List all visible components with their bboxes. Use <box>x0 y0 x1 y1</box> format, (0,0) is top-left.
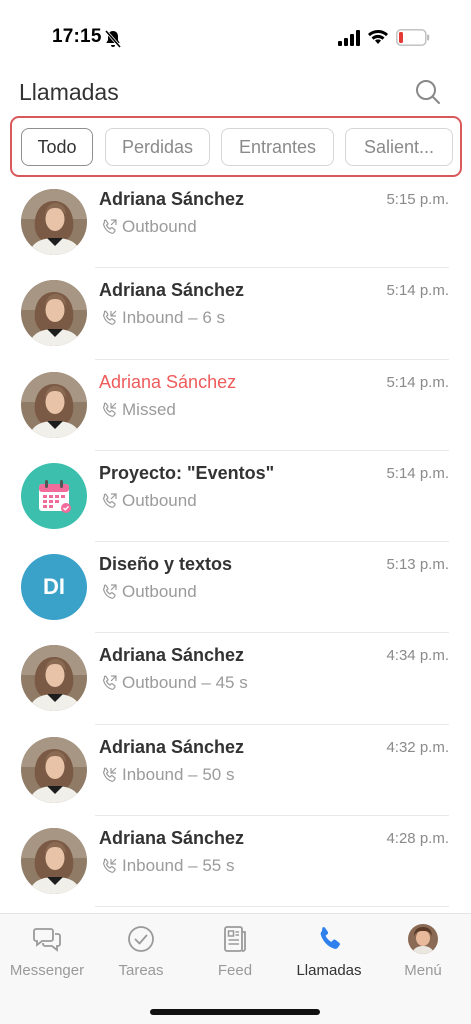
call-list-item[interactable]: Adriana Sánchez 4:34 p.m. Outbound – 45 s <box>0 633 471 725</box>
outbound-call-icon <box>103 493 117 508</box>
person-photo <box>21 736 87 803</box>
call-detail-text: Outbound <box>122 582 197 602</box>
person-photo <box>21 645 87 712</box>
call-detail: Outbound – 45 s <box>100 673 248 693</box>
user-avatar-icon <box>408 924 438 954</box>
filter-entrantes[interactable]: Entrantes <box>221 128 334 166</box>
check-circle-icon <box>128 926 154 952</box>
row-divider <box>95 906 449 908</box>
inbound-call-icon <box>103 310 117 326</box>
call-detail: Inbound – 6 s <box>100 308 225 328</box>
page-title: Llamadas <box>19 79 119 105</box>
avatar[interactable] <box>21 371 87 438</box>
tab-feed-label: Feed <box>217 962 253 979</box>
call-list: Adriana Sánchez 5:15 p.m. Outbound Adriana… <box>0 177 471 908</box>
avatar[interactable] <box>21 280 87 347</box>
outbound-call-icon <box>103 584 117 600</box>
call-list-item[interactable]: Adriana Sánchez 5:14 p.m. Missed <box>0 360 471 451</box>
call-time: 5:14 p.m. <box>386 373 449 391</box>
call-detail: Outbound <box>100 491 197 511</box>
call-detail-text: Outbound <box>122 490 197 510</box>
call-time: 5:13 p.m. <box>386 556 449 574</box>
status-bar: 17:15 <box>0 0 471 70</box>
avatar[interactable] <box>21 189 87 255</box>
call-detail: Inbound – 50 s <box>100 765 234 785</box>
caller-name: Adriana Sánchez <box>99 371 237 392</box>
avatar[interactable] <box>21 828 87 895</box>
person-photo <box>21 280 87 347</box>
outbound-call-icon <box>103 219 117 234</box>
call-detail-text: Outbound <box>122 217 197 236</box>
outbound-call-icon <box>103 675 117 691</box>
call-time: 5:14 p.m. <box>386 464 449 482</box>
filter-todo[interactable]: Todo <box>21 128 93 166</box>
inbound-call-icon <box>103 767 117 782</box>
caller-name: Adriana Sánchez <box>99 280 245 301</box>
call-time: 5:14 p.m. <box>386 282 449 300</box>
call-detail-text: Inbound – 50 s <box>122 764 235 784</box>
phone-icon <box>320 927 340 949</box>
tab-tareas-label: Tareas <box>118 962 164 979</box>
search-icon[interactable] <box>414 78 442 106</box>
person-photo <box>21 189 87 255</box>
call-detail-text: Missed <box>122 399 176 419</box>
call-time: 4:34 p.m. <box>386 647 449 665</box>
inbound-call-icon <box>103 858 117 873</box>
caller-name: Diseño y textos <box>99 554 233 575</box>
avatar-initials: DI <box>43 574 65 600</box>
tab-messenger-label: Messenger <box>9 962 85 979</box>
call-time: 4:28 p.m. <box>386 830 449 848</box>
filter-perdidas[interactable]: Perdidas <box>105 128 210 166</box>
tab-messenger[interactable]: Messenger <box>0 924 94 979</box>
wifi-icon <box>368 30 388 44</box>
call-list-item[interactable]: Adriana Sánchez 5:14 p.m. Inbound – 6 s <box>0 268 471 360</box>
battery-low-icon <box>396 29 430 46</box>
avatar[interactable] <box>21 736 87 803</box>
avatar[interactable] <box>21 645 87 712</box>
call-detail-text: Outbound – 45 s <box>122 673 248 693</box>
bottom-tab-bar: Messenger Tareas Feed Llamadas Menú <box>0 913 471 1024</box>
call-list-item[interactable]: Adriana Sánchez 4:32 p.m. Inbound – 50 s <box>0 725 471 817</box>
call-list-item[interactable]: Proyecto: "Eventos" 5:14 p.m. Outbound <box>0 451 471 543</box>
call-time: 4:32 p.m. <box>386 738 449 756</box>
cellular-signal-icon <box>338 30 360 46</box>
call-detail-text: Inbound – 55 s <box>122 856 235 876</box>
caller-name: Adriana Sánchez <box>99 645 245 666</box>
initials-avatar[interactable]: DI <box>21 554 87 621</box>
call-detail: Inbound – 55 s <box>100 856 234 876</box>
call-detail: Outbound <box>100 582 197 602</box>
filter-salientes[interactable]: Salient... <box>345 128 453 166</box>
tab-menu[interactable]: Menú <box>376 924 470 979</box>
bell-off-icon <box>104 30 122 48</box>
caller-name: Adriana Sánchez <box>99 189 245 209</box>
person-photo <box>21 828 87 895</box>
call-time: 5:15 p.m. <box>386 191 449 208</box>
call-filter-tabs: Todo Perdidas Entrantes Salient... <box>10 116 462 177</box>
tab-feed[interactable]: Feed <box>188 924 282 979</box>
person-photo <box>21 371 87 438</box>
status-time: 17:15 <box>52 26 102 47</box>
caller-name: Adriana Sánchez <box>99 828 245 849</box>
call-detail: Missed <box>100 400 176 420</box>
inbound-call-icon <box>103 402 117 417</box>
project-avatar[interactable] <box>21 462 87 529</box>
caller-name: Adriana Sánchez <box>99 736 245 757</box>
tab-menu-label: Menú <box>404 962 442 979</box>
tab-llamadas[interactable]: Llamadas <box>282 924 376 979</box>
call-list-item[interactable]: Adriana Sánchez 5:15 p.m. Outbound <box>0 177 471 269</box>
tab-tareas[interactable]: Tareas <box>94 924 188 979</box>
chat-bubbles-icon <box>33 928 61 952</box>
tab-llamadas-label: Llamadas <box>296 962 362 979</box>
caller-name: Proyecto: "Eventos" <box>99 462 275 483</box>
call-detail: Outbound <box>100 217 197 237</box>
home-indicator <box>150 1009 320 1015</box>
call-detail-text: Inbound – 6 s <box>122 308 226 328</box>
calendar-icon <box>21 462 87 529</box>
call-list-item[interactable]: Adriana Sánchez 4:28 p.m. Inbound – 55 s <box>0 816 471 908</box>
newspaper-icon <box>224 926 246 952</box>
call-list-item[interactable]: DI Diseño y textos 5:13 p.m. Outbound <box>0 542 471 634</box>
